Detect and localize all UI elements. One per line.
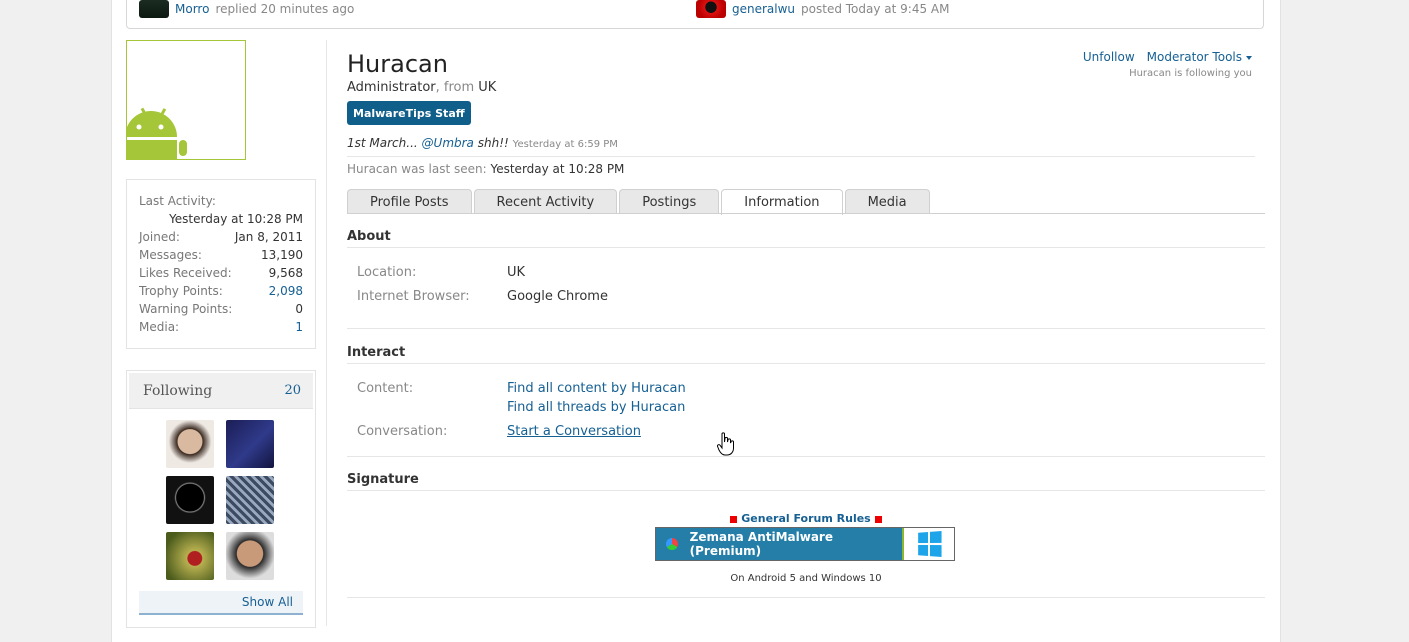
recent-item[interactable]: Morro replied 20 minutes ago (139, 0, 354, 18)
stat-row: Joined: Jan 8, 2011 (139, 228, 303, 246)
stat-row: Last Activity: (139, 192, 303, 210)
avatar[interactable] (166, 476, 214, 524)
stat-row: Trophy Points: 2,098 (139, 282, 303, 300)
banner-right (902, 528, 954, 560)
column-divider (326, 40, 327, 626)
red-square-icon (730, 515, 738, 523)
avatar[interactable] (166, 532, 214, 580)
avatar[interactable] (226, 476, 274, 524)
stat-row: Yesterday at 10:28 PM (139, 210, 303, 228)
stat-value: 0 (295, 302, 303, 316)
member-stats: Last Activity: Yesterday at 10:28 PM Joi… (126, 179, 316, 349)
stat-row: Messages: 13,190 (139, 246, 303, 264)
stat-label: Likes Received: (139, 266, 232, 280)
recent-action: replied 20 minutes ago (215, 2, 355, 16)
profile-avatar[interactable] (126, 40, 246, 160)
avatar[interactable] (226, 420, 274, 468)
following-title: Following (143, 382, 213, 399)
chrome-icon (666, 538, 678, 550)
page-container: Morro replied 20 minutes ago generalwu p… (111, 0, 1281, 642)
divider (347, 597, 1265, 598)
stat-value: Jan 8, 2011 (234, 230, 303, 244)
stat-label: Trophy Points: (139, 284, 223, 298)
hand-cursor-icon (717, 432, 734, 456)
avatar[interactable] (166, 420, 214, 468)
stat-label: Joined: (139, 230, 180, 244)
stat-row: Likes Received: 9,568 (139, 264, 303, 282)
stat-value: 9,568 (268, 266, 303, 280)
following-block: Following 20 Show All (126, 370, 316, 628)
following-header: Following 20 (129, 373, 313, 409)
android-icon (127, 107, 187, 159)
signature-banner[interactable]: Zemana AntiMalware (Premium) (655, 527, 955, 561)
os-note: On Android 5 and Windows 10 (730, 573, 882, 584)
stat-row: Warning Points: 0 (139, 300, 303, 318)
media-count-link[interactable]: 1 (295, 320, 303, 334)
stat-row: Media: 1 (139, 318, 303, 336)
following-count[interactable]: 20 (284, 383, 301, 398)
avatar[interactable] (226, 532, 274, 580)
rules-label: General Forum Rules (741, 512, 871, 525)
stat-label: Warning Points: (139, 302, 233, 316)
forum-rules-link[interactable]: General Forum Rules (347, 512, 1265, 525)
banner-label: Zemana AntiMalware (Premium) (689, 530, 833, 558)
stat-label: Last Activity: (139, 194, 216, 208)
stat-value: 13,190 (261, 248, 303, 262)
stat-label: Messages: (139, 248, 202, 262)
windows-icon (918, 531, 942, 557)
recent-user[interactable]: Morro (175, 2, 209, 16)
trophy-points-link[interactable]: 2,098 (269, 284, 303, 298)
stat-label: Media: (139, 320, 180, 334)
stat-value: Yesterday at 10:28 PM (169, 212, 303, 226)
show-all-button[interactable]: Show All (139, 591, 303, 615)
red-square-icon (874, 515, 882, 523)
banner-left: Zemana AntiMalware (Premium) (656, 528, 902, 560)
avatar[interactable] (139, 0, 169, 18)
